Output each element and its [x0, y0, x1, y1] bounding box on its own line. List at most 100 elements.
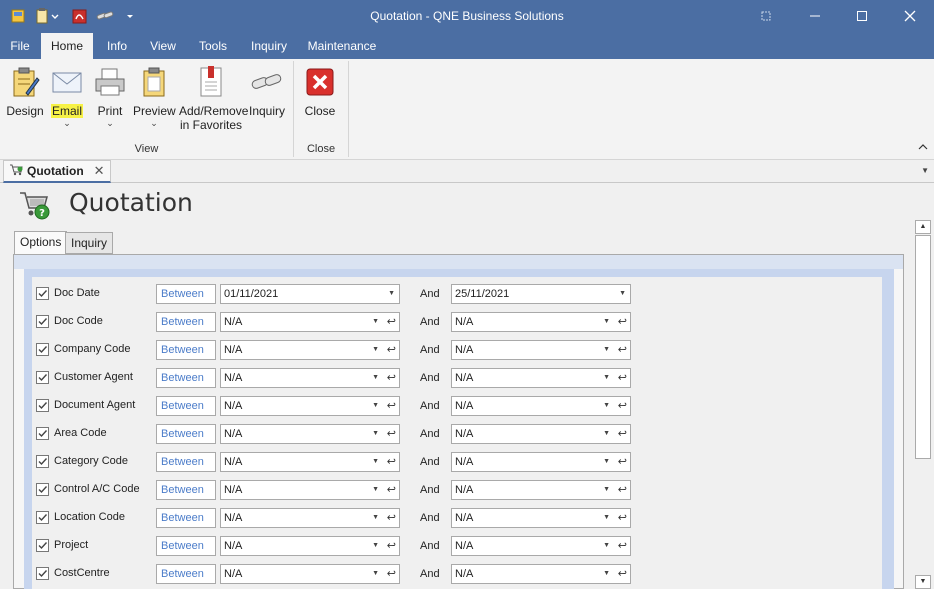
tab-view[interactable]: View [146, 33, 180, 59]
filter-checkbox[interactable] [36, 483, 49, 496]
from-value-combo[interactable]: N/A ▼ ↩ [220, 536, 400, 556]
operator-select[interactable]: Between [156, 508, 216, 528]
to-value-combo[interactable]: N/A ▼ ↩ [451, 396, 631, 416]
operator-select[interactable]: Between [156, 452, 216, 472]
dropdown-arrow-icon[interactable]: ▼ [603, 537, 610, 555]
to-value-combo[interactable]: N/A ▼ ↩ [451, 424, 631, 444]
close-button[interactable]: Close [301, 65, 339, 118]
tab-file[interactable]: File [6, 33, 34, 59]
to-value-combo[interactable]: N/A ▼ ↩ [451, 340, 631, 360]
design-button[interactable]: Design [6, 65, 44, 118]
reset-icon[interactable]: ↩ [618, 509, 627, 527]
dropdown-arrow-icon[interactable]: ▼ [603, 313, 610, 331]
tab-info[interactable]: Info [100, 33, 134, 59]
to-value-combo[interactable]: N/A ▼ ↩ [451, 452, 631, 472]
dropdown-arrow-icon[interactable]: ▼ [372, 425, 379, 443]
email-button[interactable]: Email ⌄ [48, 65, 86, 128]
print-button[interactable]: Print ⌄ [91, 65, 129, 128]
maximize-button[interactable] [851, 6, 873, 26]
to-value-combo[interactable]: N/A ▼ ↩ [451, 312, 631, 332]
to-value-combo[interactable]: N/A ▼ ↩ [451, 508, 631, 528]
filter-checkbox[interactable] [36, 427, 49, 440]
from-value-combo[interactable]: N/A ▼ ↩ [220, 508, 400, 528]
dropdown-arrow-icon[interactable]: ▼ [372, 453, 379, 471]
reset-icon[interactable]: ↩ [387, 481, 396, 499]
dropdown-arrow-icon[interactable]: ▼ [372, 481, 379, 499]
reset-icon[interactable]: ↩ [618, 453, 627, 471]
reset-icon[interactable]: ↩ [618, 313, 627, 331]
reset-icon[interactable]: ↩ [387, 313, 396, 331]
scroll-down-icon[interactable]: ▼ [915, 575, 931, 589]
to-value-combo[interactable]: N/A ▼ ↩ [451, 536, 631, 556]
tab-inquiry[interactable]: Inquiry [246, 33, 292, 59]
tab-list-dropdown-icon[interactable]: ▼ [921, 166, 929, 175]
from-value-combo[interactable]: N/A ▼ ↩ [220, 424, 400, 444]
scroll-thumb[interactable] [915, 235, 931, 459]
operator-select[interactable]: Between [156, 536, 216, 556]
reset-icon[interactable]: ↩ [387, 537, 396, 555]
filter-checkbox[interactable] [36, 343, 49, 356]
dropdown-arrow-icon[interactable]: ▼ [372, 537, 379, 555]
from-value-combo[interactable]: N/A ▼ ↩ [220, 564, 400, 584]
filter-checkbox[interactable] [36, 455, 49, 468]
to-value-combo[interactable]: N/A ▼ ↩ [451, 564, 631, 584]
dropdown-arrow-icon[interactable]: ▼ [603, 453, 610, 471]
from-value-combo[interactable]: N/A ▼ ↩ [220, 480, 400, 500]
dropdown-arrow-icon[interactable]: ▼ [603, 425, 610, 443]
add-remove-favorites-button[interactable]: Add/Remove in Favorites [179, 65, 248, 132]
operator-select[interactable]: Between [156, 396, 216, 416]
dropdown-arrow-icon[interactable]: ▼ [372, 369, 379, 387]
filter-checkbox[interactable] [36, 511, 49, 524]
reset-icon[interactable]: ↩ [387, 565, 396, 583]
filter-checkbox[interactable] [36, 539, 49, 552]
to-value-combo[interactable]: 25/11/2021 ▼ [451, 284, 631, 304]
dropdown-arrow-icon[interactable]: ▼ [619, 285, 626, 303]
from-value-combo[interactable]: N/A ▼ ↩ [220, 452, 400, 472]
to-value-combo[interactable]: N/A ▼ ↩ [451, 368, 631, 388]
dropdown-arrow-icon[interactable]: ▼ [372, 313, 379, 331]
dropdown-arrow-icon[interactable]: ▼ [388, 285, 395, 303]
reset-icon[interactable]: ↩ [387, 425, 396, 443]
reset-icon[interactable]: ↩ [618, 537, 627, 555]
preview-button[interactable]: Preview ⌄ [133, 65, 176, 128]
tab-home[interactable]: Home [41, 33, 93, 59]
dropdown-arrow-icon[interactable]: ▼ [603, 509, 610, 527]
dropdown-arrow-icon[interactable]: ▼ [603, 481, 610, 499]
doc-tab-quotation[interactable]: Quotation ✕ [3, 160, 111, 183]
close-tab-icon[interactable]: ✕ [94, 163, 105, 179]
reset-icon[interactable]: ↩ [618, 481, 627, 499]
dropdown-arrow-icon[interactable]: ▼ [603, 369, 610, 387]
restore-layout-icon[interactable] [755, 6, 777, 26]
operator-select[interactable]: Between [156, 284, 216, 304]
dropdown-arrow-icon[interactable]: ▼ [603, 397, 610, 415]
inquiry-button[interactable]: Inquiry [246, 65, 288, 118]
operator-select[interactable]: Between [156, 480, 216, 500]
tab-inquiry-inner[interactable]: Inquiry [65, 232, 114, 254]
scroll-up-icon[interactable]: ▲ [915, 220, 931, 234]
vertical-scrollbar[interactable]: ▲ ▼ [915, 220, 931, 589]
dropdown-arrow-icon[interactable]: ▼ [372, 397, 379, 415]
reset-icon[interactable]: ↩ [387, 509, 396, 527]
dropdown-arrow-icon[interactable]: ▼ [372, 565, 379, 583]
tab-tools[interactable]: Tools [193, 33, 233, 59]
filter-checkbox[interactable] [36, 567, 49, 580]
reset-icon[interactable]: ↩ [387, 341, 396, 359]
dropdown-arrow-icon[interactable]: ▼ [603, 565, 610, 583]
dropdown-arrow-icon[interactable]: ▼ [372, 341, 379, 359]
reset-icon[interactable]: ↩ [387, 397, 396, 415]
from-value-combo[interactable]: N/A ▼ ↩ [220, 368, 400, 388]
operator-select[interactable]: Between [156, 340, 216, 360]
dropdown-arrow-icon[interactable]: ▼ [372, 509, 379, 527]
filter-checkbox[interactable] [36, 371, 49, 384]
filter-checkbox[interactable] [36, 287, 49, 300]
dropdown-arrow-icon[interactable]: ▼ [603, 341, 610, 359]
from-value-combo[interactable]: N/A ▼ ↩ [220, 340, 400, 360]
reset-icon[interactable]: ↩ [387, 453, 396, 471]
operator-select[interactable]: Between [156, 368, 216, 388]
reset-icon[interactable]: ↩ [618, 565, 627, 583]
filter-checkbox[interactable] [36, 399, 49, 412]
from-value-combo[interactable]: N/A ▼ ↩ [220, 312, 400, 332]
operator-select[interactable]: Between [156, 564, 216, 584]
to-value-combo[interactable]: N/A ▼ ↩ [451, 480, 631, 500]
reset-icon[interactable]: ↩ [618, 369, 627, 387]
